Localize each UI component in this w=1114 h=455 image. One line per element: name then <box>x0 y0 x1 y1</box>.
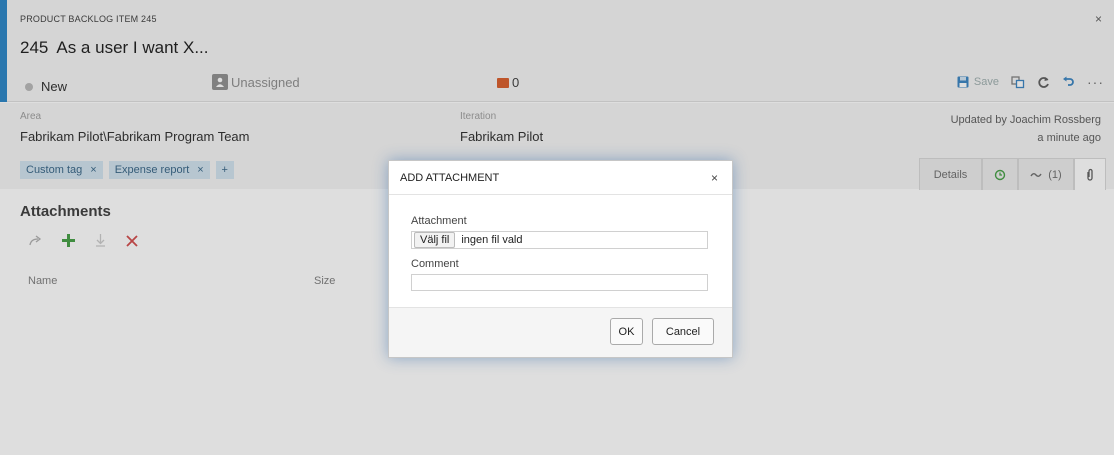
choose-file-button[interactable]: Välj fil <box>414 232 456 248</box>
cancel-button[interactable]: Cancel <box>652 318 714 345</box>
comment-input[interactable] <box>411 274 708 291</box>
comment-label: Comment <box>411 258 459 270</box>
dialog-header: ADD ATTACHMENT × <box>389 161 732 195</box>
add-attachment-dialog: ADD ATTACHMENT × Attachment Välj fil ing… <box>388 160 733 358</box>
file-input[interactable]: Välj fil ingen fil vald <box>411 231 708 249</box>
dialog-footer: OK Cancel <box>389 307 732 357</box>
ok-button[interactable]: OK <box>610 318 643 345</box>
dialog-body: Attachment Välj fil ingen fil vald Comme… <box>389 195 732 307</box>
work-item-form: PRODUCT BACKLOG ITEM 245 × 245 As a user … <box>0 0 1114 455</box>
attachment-label: Attachment <box>411 215 467 227</box>
file-status: ingen fil vald <box>461 234 523 246</box>
dialog-close-icon[interactable]: × <box>711 171 718 185</box>
dialog-title: ADD ATTACHMENT <box>400 172 500 184</box>
